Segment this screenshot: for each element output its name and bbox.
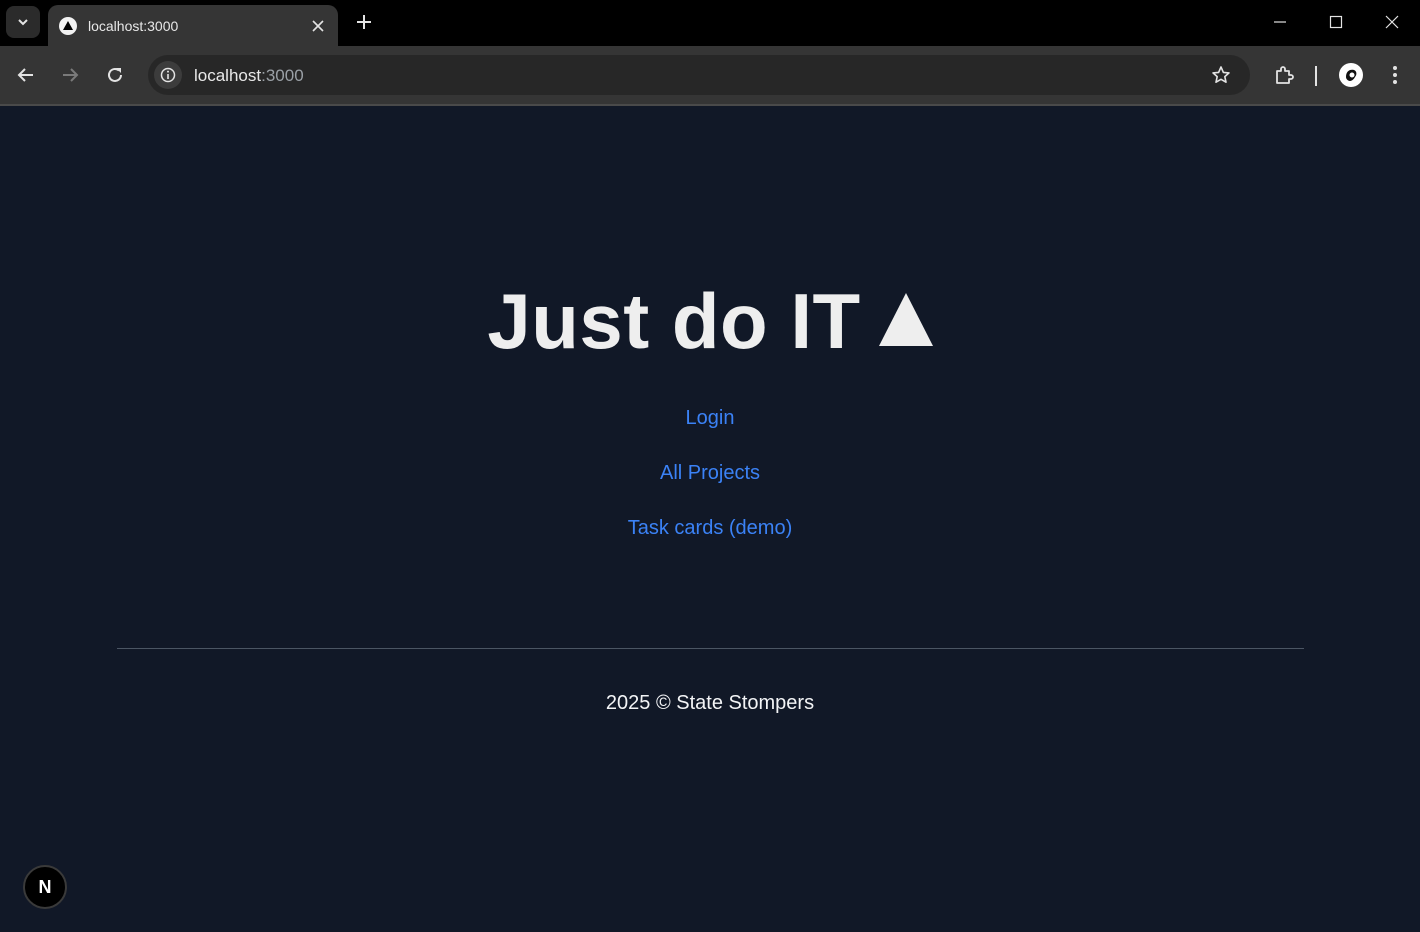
task-cards-demo-link[interactable]: Task cards (demo) — [628, 516, 793, 540]
maximize-button[interactable] — [1308, 0, 1364, 44]
footer-divider — [117, 648, 1304, 649]
page-body: Just do IT Login All Projects Task cards… — [0, 106, 1420, 932]
menu-kebab-icon[interactable] — [1381, 61, 1409, 89]
site-info-icon[interactable] — [154, 61, 182, 89]
main-nav: Login All Projects Task cards (demo) — [0, 406, 1420, 571]
back-button[interactable] — [11, 60, 41, 90]
url-text[interactable]: localhost:3000 — [194, 66, 304, 86]
reload-icon — [108, 67, 122, 82]
active-tab[interactable]: localhost:3000 — [48, 5, 338, 46]
arrow-right-icon — [63, 68, 79, 82]
profile-avatar-icon[interactable] — [1337, 61, 1365, 89]
url-port: :3000 — [261, 66, 304, 85]
nextjs-logo-icon: N — [38, 876, 52, 897]
forward-button[interactable] — [55, 60, 85, 90]
close-tab-icon[interactable] — [308, 16, 328, 36]
chevron-down-icon — [18, 19, 28, 26]
new-tab-button[interactable] — [352, 10, 376, 34]
page-title-text: Just do IT — [487, 277, 861, 365]
bookmark-star-icon[interactable] — [1210, 64, 1232, 86]
extensions-icon[interactable] — [1270, 61, 1298, 89]
page-title: Just do IT — [0, 276, 1420, 367]
all-projects-link[interactable]: All Projects — [660, 461, 760, 485]
minimize-icon — [1274, 21, 1286, 23]
toolbar-separator — [1315, 66, 1317, 86]
nextjs-dev-badge[interactable]: N — [23, 865, 67, 909]
arrow-left-icon — [17, 68, 33, 82]
minimize-button[interactable] — [1252, 0, 1308, 44]
browser-toolbar: localhost:3000 — [0, 46, 1420, 104]
triangle-icon — [878, 293, 933, 346]
url-host: localhost — [194, 66, 262, 85]
address-bar[interactable]: localhost:3000 — [148, 55, 1250, 95]
reload-button[interactable] — [100, 60, 130, 90]
triangle-favicon-icon — [59, 16, 77, 35]
tab-search-button[interactable] — [6, 6, 40, 38]
login-link[interactable]: Login — [686, 406, 735, 430]
tab-strip: localhost:3000 — [0, 0, 1420, 46]
plus-icon — [357, 15, 371, 29]
tab-title: localhost:3000 — [88, 17, 179, 34]
close-icon — [1385, 15, 1399, 29]
footer-text: 2025 © State Stompers — [605, 692, 815, 714]
maximize-icon — [1329, 15, 1343, 29]
close-window-button[interactable] — [1364, 0, 1420, 44]
